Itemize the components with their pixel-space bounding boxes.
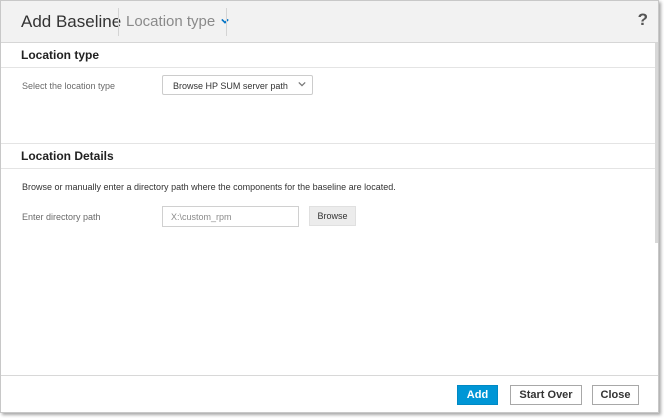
header-divider [226,8,227,36]
chevron-down-icon [298,81,306,87]
header-divider [118,8,119,36]
add-baseline-dialog: Add Baseline Location type ? Location ty… [0,0,659,413]
directory-path-label: Enter directory path [22,212,101,222]
directory-path-input[interactable]: X:\custom_rpm [162,206,299,227]
dialog-header: Add Baseline Location type ? [1,1,658,43]
browse-button[interactable]: Browse [309,206,356,226]
select-location-type-label: Select the location type [22,81,116,91]
location-details-section-header: Location Details [1,144,658,169]
breadcrumb-label: Location type [126,13,216,30]
location-type-section-header: Location type [1,43,658,68]
dialog-footer: Add Start Over Close [1,375,658,412]
breadcrumb-dropdown[interactable]: Location type [126,13,230,30]
section-title-location-details: Location Details [21,149,114,163]
help-icon[interactable]: ? [638,10,648,30]
section-title-location-type: Location type [21,48,100,62]
close-button[interactable]: Close [592,385,639,405]
start-over-button[interactable]: Start Over [510,385,582,405]
location-type-select-value: Browse HP SUM server path [173,81,288,91]
scrollbar[interactable] [655,43,658,243]
add-button[interactable]: Add [457,385,498,405]
location-details-description: Browse or manually enter a directory pat… [22,182,396,192]
location-type-select[interactable]: Browse HP SUM server path [162,75,313,95]
dialog-title: Add Baseline [21,12,122,31]
